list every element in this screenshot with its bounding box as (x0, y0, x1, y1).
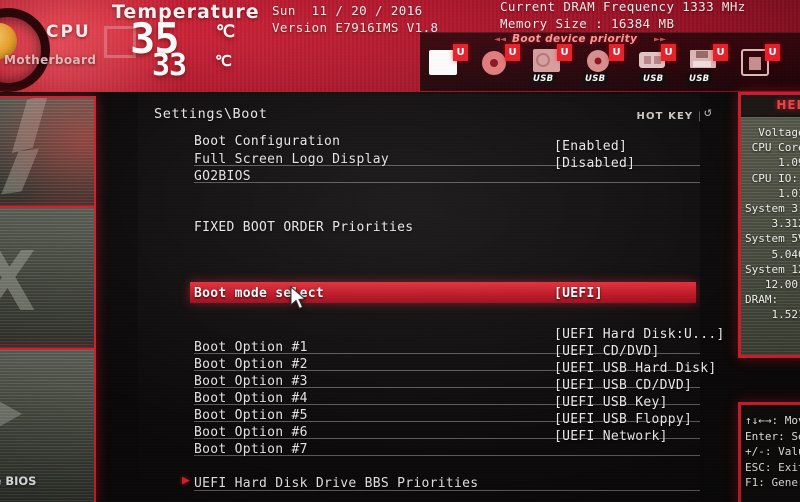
boot-option-label: Boot Option #1 (194, 340, 308, 355)
motherboard-label: Motherboard (4, 53, 97, 67)
boot-option-value[interactable]: [UEFI USB Hard Disk] (554, 361, 717, 376)
row-underline (194, 182, 702, 183)
boot-option-value[interactable]: [UEFI USB CD/DVD] (554, 378, 692, 393)
undo-icon-ghost[interactable]: ↺ (704, 105, 712, 120)
boot-option-label: Boot Option #3 (194, 374, 308, 389)
voltage-line: CPU Core (745, 141, 800, 155)
card-artwork (0, 394, 22, 434)
help-panel-header: HELP (741, 95, 800, 115)
voltage-readout: Voltage CPU Core 1.09 CPU IO: 1.01 Syste… (741, 117, 800, 355)
voltage-line: CPU IO: (745, 171, 798, 185)
voltage-line: 1.521 (745, 308, 800, 322)
nav-key-line: ↑↓←→: Move (745, 414, 800, 427)
sidebar-card-1[interactable] (0, 96, 96, 208)
voltage-line: 1.01 (745, 186, 800, 200)
bios-version: Version E7916IMS V1.8 (272, 20, 439, 35)
boot-option-label: Boot Option #4 (194, 391, 308, 406)
bios-screen: CPU Motherboard Temperature 35 ℃ 33 ℃ Su… (0, 0, 800, 502)
nav-key-line: Enter: Sele (745, 429, 800, 443)
sidebar-card-mflash[interactable]: ASH o flash/save BIOS (0, 348, 96, 502)
setting-label: Full Screen Logo Display (194, 152, 390, 167)
boot-option-value[interactable]: [UEFI CD/DVD] (554, 344, 660, 359)
boot-device-usb-cd-dvd-icon[interactable]: USB U (582, 44, 624, 85)
group-fixed-boot-order: FIXED BOOT ORDER Priorities (194, 220, 414, 235)
boot-option-label: Boot Option #7 (194, 442, 308, 457)
system-date: Sun 11 / 20 / 2016 (272, 3, 423, 18)
nav-key-line: +/-: Value (745, 445, 800, 458)
usb-tag: USB (640, 73, 667, 85)
uefi-badge: U (453, 44, 468, 61)
hotkey-label: HOT KEY (636, 111, 694, 122)
card-glow (0, 98, 94, 206)
boot-device-usb-hard-disk-icon[interactable]: USB U (530, 44, 572, 85)
help-panel: HELP Voltage CPU Core 1.09 CPU IO: 1.01 … (738, 92, 800, 358)
voltage-line: Voltage (745, 126, 800, 139)
setting-row-go2bios[interactable]: GO2BIOS [Disabled] (194, 156, 702, 186)
usb-tag: USB (582, 73, 609, 85)
boot-option-label: Boot Option #2 (194, 357, 308, 372)
navigation-help-panel: ↑↓←→: Move Enter: Sele +/-: Value ESC: E… (738, 402, 800, 502)
voltage-line: 12.00 (745, 278, 798, 292)
boot-option-label: Boot Option #6 (194, 425, 308, 440)
motherboard-temperature-value: 33 (152, 48, 187, 83)
boot-device-usb-key-icon[interactable]: USB U (636, 44, 676, 85)
voltage-line: System 3 (745, 202, 798, 216)
setting-value[interactable]: [Disabled] (554, 156, 635, 171)
uefi-badge: U (765, 44, 780, 61)
help-title: HELP (776, 98, 800, 112)
cpu-label: CPU (46, 22, 91, 42)
setting-label: GO2BIOS (194, 169, 251, 184)
submenu-row-uefi-hard-disk-bbs[interactable]: UEFI Hard Disk Drive BBS Priorities (194, 476, 702, 493)
memory-size: Memory Size : 16384 MB (500, 16, 675, 31)
card-artwork (0, 250, 44, 310)
navigation-key-list: ↑↓←→: Move Enter: Sele +/-: Value ESC: E… (741, 405, 800, 491)
boot-option-value[interactable]: [UEFI Hard Disk:U...] (554, 327, 725, 342)
setting-row-boot-mode-select[interactable]: Boot mode select [UEFI] (194, 286, 702, 303)
voltage-line: System 5V (745, 232, 800, 246)
boot-option-value[interactable]: [UEFI Network] (554, 429, 668, 444)
uefi-badge: U (505, 44, 520, 61)
mouse-cursor-icon (290, 286, 307, 310)
sidebar-card-mflash-subtitle: o flash/save BIOS (0, 474, 37, 488)
uefi-badge: U (661, 44, 676, 61)
submenu-label: UEFI Hard Disk Drive BBS Priorities (194, 476, 479, 491)
boot-option-row[interactable]: Boot Option #7 [UEFI Network] (194, 429, 702, 459)
usb-tag: USB (530, 73, 557, 85)
uefi-badge: U (609, 44, 624, 61)
motherboard-temperature-unit: ℃ (215, 52, 232, 70)
voltage-line: DRAM: (745, 293, 779, 307)
boot-device-cd-dvd-icon[interactable]: U (480, 44, 520, 84)
top-status-banner: CPU Motherboard Temperature 35 ℃ 33 ℃ Su… (0, 0, 800, 92)
voltage-line: 1.09 (745, 156, 800, 170)
cpu-temperature-unit: ℃ (216, 22, 236, 42)
boot-device-icon-list: U U USB U USB U USB U USB U U (428, 44, 780, 86)
panel-gap (700, 94, 738, 502)
group-boot-configuration: Boot Configuration (194, 134, 341, 149)
dram-frequency: Current DRAM Frequency 1333 MHz (500, 0, 746, 14)
boot-device-usb-floppy-icon[interactable]: USB U (686, 44, 728, 85)
setting-value[interactable]: [UEFI] (554, 286, 603, 301)
boot-device-network-icon[interactable]: U (740, 44, 780, 84)
boot-option-label: Boot Option #5 (194, 408, 308, 423)
sidebar-card-settings[interactable]: NGS ng settings (0, 206, 96, 350)
submenu-arrow-icon: ▶ (182, 473, 190, 488)
setting-value[interactable]: [Enabled] (554, 139, 627, 154)
nav-key-line: ESC: Exit (745, 460, 800, 474)
voltage-line: 5.040 (745, 247, 800, 261)
usb-tag: USB (686, 73, 713, 85)
voltage-line: 3.312 (745, 217, 800, 231)
boot-option-value[interactable]: [UEFI USB Floppy] (554, 412, 692, 427)
settings-panel: Settings\Boot HOT KEY|↺ Boot Configurati… (138, 94, 738, 502)
uefi-badge: U (713, 44, 728, 61)
voltage-list: Voltage CPU Core 1.09 CPU IO: 1.01 Syste… (741, 117, 800, 323)
breadcrumb: Settings\Boot (154, 106, 268, 122)
voltage-line: System 12 (745, 262, 800, 276)
nav-key-line: F1: General (745, 476, 800, 489)
boot-device-hard-disk-icon[interactable]: U (428, 44, 468, 84)
uefi-badge: U (557, 44, 572, 61)
boot-option-value[interactable]: [UEFI USB Key] (554, 395, 668, 410)
